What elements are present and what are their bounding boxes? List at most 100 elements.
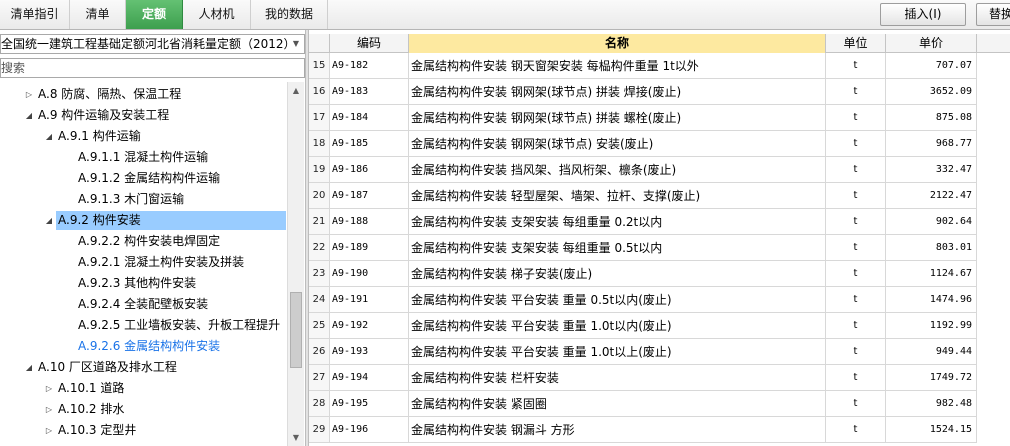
- tree-node[interactable]: A.9.1.3 木门窗运输: [0, 189, 287, 210]
- table-row[interactable]: 27 A9-194 金属结构构件安装 栏杆安装 t 1749.72: [309, 365, 1010, 391]
- grid-header-unit[interactable]: 单位: [826, 34, 886, 53]
- expand-arrow-icon[interactable]: ▷: [44, 378, 54, 399]
- table-row[interactable]: 28 A9-195 金属结构构件安装 紧固圈 t 982.48: [309, 391, 1010, 417]
- search-input[interactable]: [0, 58, 305, 78]
- name-cell: 金属结构构件安装 栏杆安装: [409, 365, 826, 391]
- code-cell: A9-196: [330, 417, 409, 443]
- grid-header-price[interactable]: 单价: [886, 34, 977, 53]
- tree-node[interactable]: ◢ A.9 构件运输及安装工程: [0, 105, 287, 126]
- tree-node[interactable]: A.9.2.5 工业墙板安装、升板工程提升: [0, 315, 287, 336]
- scroll-up-icon[interactable]: ▲: [288, 82, 304, 99]
- quota-chapter-tree: ▷ A.8 防腐、隔热、保温工程 ◢ A.9 构件运输及安装工程 ◢ A.9.1…: [0, 82, 287, 446]
- tree-node[interactable]: ◢ A.9.1 构件运输: [0, 126, 287, 147]
- code-cell: A9-186: [330, 157, 409, 183]
- tab-labor-material-machine[interactable]: 人材机: [183, 0, 251, 29]
- row-index-cell: 24: [309, 287, 330, 313]
- quota-library-select[interactable]: 全国统一建筑工程基础定额河北省消耗量定额（2012） ▼: [0, 34, 305, 54]
- price-cell: 982.48: [886, 391, 977, 417]
- expand-arrow-icon[interactable]: ▷: [24, 84, 34, 105]
- collapse-arrow-icon[interactable]: ◢: [44, 126, 54, 147]
- tree-node[interactable]: ◢ A.10 厂区道路及排水工程: [0, 357, 287, 378]
- tree-node-label: A.9.2.5 工业墙板安装、升板工程提升: [78, 318, 281, 332]
- replace-button[interactable]: 替换: [976, 3, 1010, 26]
- row-index-cell: 17: [309, 105, 330, 131]
- table-row[interactable]: 21 A9-188 金属结构构件安装 支架安装 每组重量 0.2t以内 t 902.64: [309, 209, 1010, 235]
- name-cell: 金属结构构件安装 梯子安装(废止): [409, 261, 826, 287]
- tree-node-label: A.9.2.6 金属结构构件安装: [78, 339, 221, 353]
- price-cell: 1524.15: [886, 417, 977, 443]
- code-cell: A9-191: [330, 287, 409, 313]
- table-row[interactable]: 24 A9-191 金属结构构件安装 平台安装 重量 0.5t以内(废止) t 1474…: [309, 287, 1010, 313]
- unit-cell: t: [826, 183, 886, 209]
- quota-grid: 编码 名称 单位 单价 15 A9-182 金属结构构件安装 钢天窗架安装 每榀构件…: [309, 34, 1010, 446]
- tree-node[interactable]: A.9.1.2 金属结构构件运输: [0, 168, 287, 189]
- tree-node[interactable]: A.9.2.2 构件安装电焊固定: [0, 231, 287, 252]
- unit-cell: t: [826, 339, 886, 365]
- insert-button[interactable]: 插入(I): [880, 3, 966, 26]
- collapse-arrow-icon[interactable]: ◢: [24, 357, 34, 378]
- scrollbar-thumb[interactable]: [290, 292, 302, 368]
- table-row[interactable]: 17 A9-184 金属结构构件安装 钢网架(球节点) 拼装 螺栓(废止) t 875.…: [309, 105, 1010, 131]
- top-tab-bar: 清单指引 清单 定额 人材机 我的数据 插入(I) 替换: [0, 0, 1010, 30]
- row-index-cell: 16: [309, 79, 330, 105]
- expand-arrow-icon[interactable]: ▷: [44, 399, 54, 420]
- code-cell: A9-187: [330, 183, 409, 209]
- table-row[interactable]: 19 A9-186 金属结构构件安装 挡风架、挡风桁架、檩条(废止) t 332.47: [309, 157, 1010, 183]
- table-row[interactable]: 29 A9-196 金属结构构件安装 钢漏斗 方形 t 1524.15: [309, 417, 1010, 443]
- tree-node-label: A.9 构件运输及安装工程: [38, 108, 170, 122]
- collapse-arrow-icon[interactable]: ◢: [24, 105, 34, 126]
- table-row[interactable]: 23 A9-190 金属结构构件安装 梯子安装(废止) t 1124.67: [309, 261, 1010, 287]
- price-cell: 3652.09: [886, 79, 977, 105]
- price-cell: 2122.47: [886, 183, 977, 209]
- tree-node[interactable]: ▷ A.8 防腐、隔热、保温工程: [0, 84, 287, 105]
- chevron-down-icon[interactable]: ▼: [288, 35, 304, 53]
- name-cell: 金属结构构件安装 钢漏斗 方形: [409, 417, 826, 443]
- table-row[interactable]: 20 A9-187 金属结构构件安装 轻型屋架、墙架、拉杆、支撑(废止) t 2122.…: [309, 183, 1010, 209]
- code-cell: A9-193: [330, 339, 409, 365]
- tree-node[interactable]: A.9.2.4 全装配壁板安装: [0, 294, 287, 315]
- price-cell: 1749.72: [886, 365, 977, 391]
- tree-node-selected[interactable]: ◢ A.9.2 构件安装: [0, 210, 287, 231]
- scroll-down-icon[interactable]: ▼: [288, 429, 304, 446]
- grid-header-name[interactable]: 名称: [409, 34, 826, 53]
- code-cell: A9-194: [330, 365, 409, 391]
- code-cell: A9-195: [330, 391, 409, 417]
- unit-cell: t: [826, 131, 886, 157]
- name-cell: 金属结构构件安装 支架安装 每组重量 0.5t以内: [409, 235, 826, 261]
- table-row[interactable]: 18 A9-185 金属结构构件安装 钢网架(球节点) 安装(废止) t 968.77: [309, 131, 1010, 157]
- price-cell: 707.07: [886, 53, 977, 79]
- tree-node[interactable]: ▷ A.10.1 道路: [0, 378, 287, 399]
- row-index-cell: 15: [309, 53, 330, 79]
- code-cell: A9-185: [330, 131, 409, 157]
- tree-scrollbar[interactable]: ▲ ▼: [287, 82, 304, 446]
- expand-arrow-icon[interactable]: ▷: [44, 420, 54, 441]
- tab-quota[interactable]: 定额: [126, 0, 183, 29]
- tree-node[interactable]: A.9.2.1 混凝土构件安装及拼装: [0, 252, 287, 273]
- code-cell: A9-190: [330, 261, 409, 287]
- price-cell: 1474.96: [886, 287, 977, 313]
- tree-node[interactable]: ▷ A.10.3 定型井: [0, 420, 287, 441]
- unit-cell: t: [826, 157, 886, 183]
- tree-node[interactable]: ▷ A.10.2 排水: [0, 399, 287, 420]
- row-index-cell: 27: [309, 365, 330, 391]
- row-index-cell: 25: [309, 313, 330, 339]
- grid-header-code[interactable]: 编码: [330, 34, 409, 53]
- table-row[interactable]: 25 A9-192 金属结构构件安装 平台安装 重量 1.0t以内(废止) t 1192…: [309, 313, 1010, 339]
- tab-my-data[interactable]: 我的数据: [251, 0, 328, 29]
- tree-node[interactable]: A.9.2.3 其他构件安装: [0, 273, 287, 294]
- row-index-cell: 23: [309, 261, 330, 287]
- tab-list[interactable]: 清单: [70, 0, 126, 29]
- tree-node-current[interactable]: A.9.2.6 金属结构构件安装: [0, 336, 287, 357]
- tree-node[interactable]: A.9.1.1 混凝土构件运输: [0, 147, 287, 168]
- tab-list-guide[interactable]: 清单指引: [0, 0, 70, 29]
- table-row[interactable]: 16 A9-183 金属结构构件安装 钢网架(球节点) 拼装 焊接(废止) t 3652…: [309, 79, 1010, 105]
- collapse-arrow-icon[interactable]: ◢: [44, 210, 54, 231]
- table-row[interactable]: 22 A9-189 金属结构构件安装 支架安装 每组重量 0.5t以内 t 803.01: [309, 235, 1010, 261]
- name-cell: 金属结构构件安装 钢网架(球节点) 拼装 螺栓(废止): [409, 105, 826, 131]
- table-row[interactable]: 15 A9-182 金属结构构件安装 钢天窗架安装 每榀构件重量 1t以外 t 707.…: [309, 53, 1010, 79]
- tree-node-label: A.9.1.2 金属结构构件运输: [78, 171, 221, 185]
- table-row[interactable]: 26 A9-193 金属结构构件安装 平台安装 重量 1.0t以上(废止) t 949.…: [309, 339, 1010, 365]
- grid-header-index: [309, 34, 330, 53]
- tree-node-label: A.10 厂区道路及排水工程: [38, 360, 177, 374]
- unit-cell: t: [826, 417, 886, 443]
